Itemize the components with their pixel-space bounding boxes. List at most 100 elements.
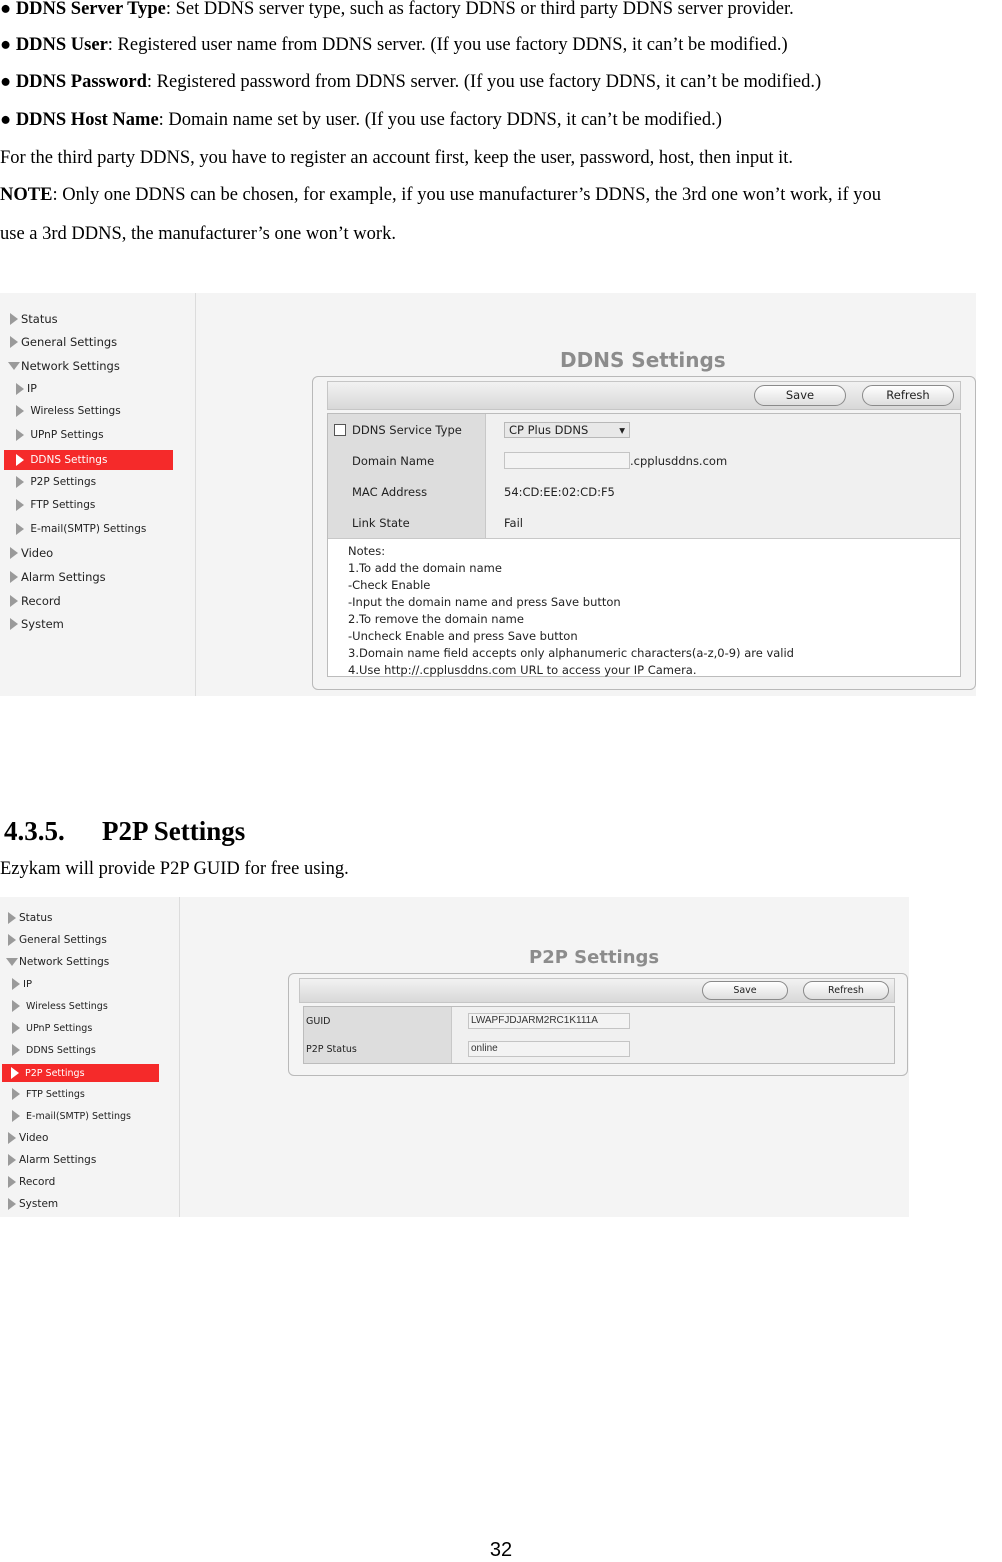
notes-box: Notes: 1.To add the domain name -Check E… <box>328 539 960 677</box>
ddns-settings-table: DDNS Service Type CP Plus DDNS ▾ Domain N… <box>327 413 961 677</box>
bullet-ddns-server-type: ● DDNS Server Type: Set DDNS server type… <box>0 0 794 19</box>
expand-arrow-icon <box>16 476 24 488</box>
nav-item-system[interactable]: System <box>10 617 64 631</box>
expand-arrow-icon <box>10 547 18 559</box>
nav-item-alarm-settings[interactable]: Alarm Settings <box>8 1154 96 1166</box>
expand-arrow-icon <box>10 336 18 348</box>
expand-arrow-icon <box>12 1000 20 1012</box>
nav-item-ip[interactable]: IP <box>12 978 32 990</box>
section-intro: Ezykam will provide P2P GUID for free us… <box>0 859 349 879</box>
expand-arrow-icon <box>12 1110 20 1122</box>
note-line-2: use a 3rd DDNS, the manufacturer’s one w… <box>0 224 396 244</box>
third-party-paragraph: For the third party DDNS, you have to re… <box>0 148 794 168</box>
domain-name-input[interactable] <box>504 452 630 469</box>
table-row: GUID LWAPFJDJARM2RC1K111A <box>304 1007 894 1036</box>
service-type-select[interactable]: CP Plus DDNS ▾ <box>504 421 630 438</box>
nav-item-ftp-settings[interactable]: FTP Settings <box>16 499 95 511</box>
nav-item-system[interactable]: System <box>8 1198 58 1210</box>
expand-arrow-icon <box>8 1132 16 1144</box>
nav-item-status[interactable]: Status <box>10 312 58 326</box>
expand-arrow-icon <box>11 1067 19 1079</box>
p2p-settings-table: GUID LWAPFJDJARM2RC1K111A P2P Status onl… <box>303 1006 895 1064</box>
table-row: Domain Name .cpplusddns.com <box>328 445 960 477</box>
table-row: MAC Address 54:CD:EE:02:CD:F5 <box>328 476 960 508</box>
nav-item-wireless-settings[interactable]: Wireless Settings <box>12 1000 108 1012</box>
nav-item-ip[interactable]: IP <box>16 382 37 395</box>
p2p-status-label: P2P Status <box>304 1035 452 1063</box>
mac-address-label: MAC Address <box>328 476 486 507</box>
main-content: P2P Settings Save Refresh GUID LWAPFJDJA… <box>179 897 909 1217</box>
save-button[interactable]: Save <box>702 981 788 1000</box>
nav-item-ftp-settings[interactable]: FTP Settings <box>12 1088 85 1100</box>
nav-item-ddns-settings[interactable]: DDNS Settings <box>12 1044 96 1056</box>
expand-arrow-icon <box>16 454 24 466</box>
main-content: DDNS Settings Save Refresh DDNS Service … <box>195 293 976 696</box>
refresh-button[interactable]: Refresh <box>862 385 954 406</box>
expand-arrow-icon <box>16 405 24 417</box>
expand-arrow-icon <box>16 382 24 395</box>
nav-item-network-settings[interactable]: Network Settings <box>8 359 120 373</box>
expand-arrow-icon <box>10 571 18 583</box>
nav-item-p2p-settings[interactable]: P2P Settings <box>2 1064 159 1082</box>
collapse-arrow-icon <box>8 362 20 370</box>
nav-item-status[interactable]: Status <box>8 912 52 924</box>
nav-item-general-settings[interactable]: General Settings <box>10 335 117 349</box>
p2p-settings-frame: Save Refresh GUID LWAPFJDJARM2RC1K111A P… <box>288 973 908 1076</box>
expand-arrow-icon <box>16 499 24 511</box>
nav-item-p2p-settings[interactable]: P2P Settings <box>16 476 96 488</box>
refresh-button[interactable]: Refresh <box>803 981 889 1000</box>
table-row: DDNS Service Type CP Plus DDNS ▾ <box>328 414 960 446</box>
expand-arrow-icon <box>16 429 24 441</box>
mac-address-value: 54:CD:EE:02:CD:F5 <box>486 476 960 507</box>
p2p-status-field[interactable]: online <box>468 1041 630 1057</box>
page-number: 32 <box>489 1539 513 1561</box>
nav-item-upnp-settings[interactable]: UPnP Settings <box>12 1022 92 1034</box>
nav-item-wireless-settings[interactable]: Wireless Settings <box>16 405 121 417</box>
table-row: P2P Status online <box>304 1035 894 1063</box>
page-title: DDNS Settings <box>560 348 726 372</box>
note-line: -Check Enable <box>348 578 431 592</box>
nav-item-record[interactable]: Record <box>8 1176 55 1188</box>
nav-item-general-settings[interactable]: General Settings <box>8 934 107 946</box>
domain-name-label: Domain Name <box>328 445 486 476</box>
sidebar-nav: Status General Settings Network Settings… <box>0 897 179 1217</box>
bullet-ddns-password: ● DDNS Password: Registered password fro… <box>0 72 822 92</box>
expand-arrow-icon <box>12 1022 20 1034</box>
nav-item-network-settings[interactable]: Network Settings <box>6 956 109 968</box>
nav-item-ddns-settings[interactable]: DDNS Settings <box>4 450 173 470</box>
expand-arrow-icon <box>12 1088 20 1100</box>
note-line: 1.To add the domain name <box>348 561 502 575</box>
page-title: P2P Settings <box>529 947 660 968</box>
expand-arrow-icon <box>8 1198 16 1210</box>
bullet-ddns-user: ● DDNS User: Registered user name from D… <box>0 35 788 55</box>
expand-arrow-icon <box>12 1044 20 1056</box>
toolbar: Save Refresh <box>327 381 961 410</box>
note-line: 3.Domain name field accepts only alphanu… <box>348 646 794 660</box>
expand-arrow-icon <box>8 1154 16 1166</box>
p2p-settings-screenshot: Status General Settings Network Settings… <box>0 897 909 1217</box>
nav-item-upnp-settings[interactable]: UPnP Settings <box>16 429 104 441</box>
guid-field[interactable]: LWAPFJDJARM2RC1K111A <box>468 1013 630 1029</box>
note-line: -Input the domain name and press Save bu… <box>348 595 621 609</box>
chevron-down-icon: ▾ <box>619 422 625 437</box>
guid-label: GUID <box>304 1007 452 1035</box>
nav-item-alarm-settings[interactable]: Alarm Settings <box>10 570 106 584</box>
expand-arrow-icon <box>8 934 16 946</box>
nav-item-email-settings[interactable]: E-mail(SMTP) Settings <box>16 523 146 535</box>
note-line-1: NOTE: Only one DDNS can be chosen, for e… <box>0 185 881 205</box>
nav-item-record[interactable]: Record <box>10 594 61 608</box>
section-heading: 4.3.5. P2P Settings <box>4 816 246 846</box>
toolbar: Save Refresh <box>299 978 895 1003</box>
ddns-settings-frame: Save Refresh DDNS Service Type CP Plus D… <box>312 376 976 690</box>
note-line: 2.To remove the domain name <box>348 612 524 626</box>
nav-item-video[interactable]: Video <box>8 1132 48 1144</box>
nav-item-email-settings[interactable]: E-mail(SMTP) Settings <box>12 1110 131 1122</box>
expand-arrow-icon <box>12 978 20 990</box>
nav-item-video[interactable]: Video <box>10 546 53 560</box>
save-button[interactable]: Save <box>754 385 846 406</box>
note-line: -Uncheck Enable and press Save button <box>348 629 578 643</box>
expand-arrow-icon <box>10 595 18 607</box>
link-state-value: Fail <box>486 507 960 538</box>
service-type-label: DDNS Service Type <box>352 422 462 437</box>
enable-checkbox[interactable] <box>334 423 346 436</box>
